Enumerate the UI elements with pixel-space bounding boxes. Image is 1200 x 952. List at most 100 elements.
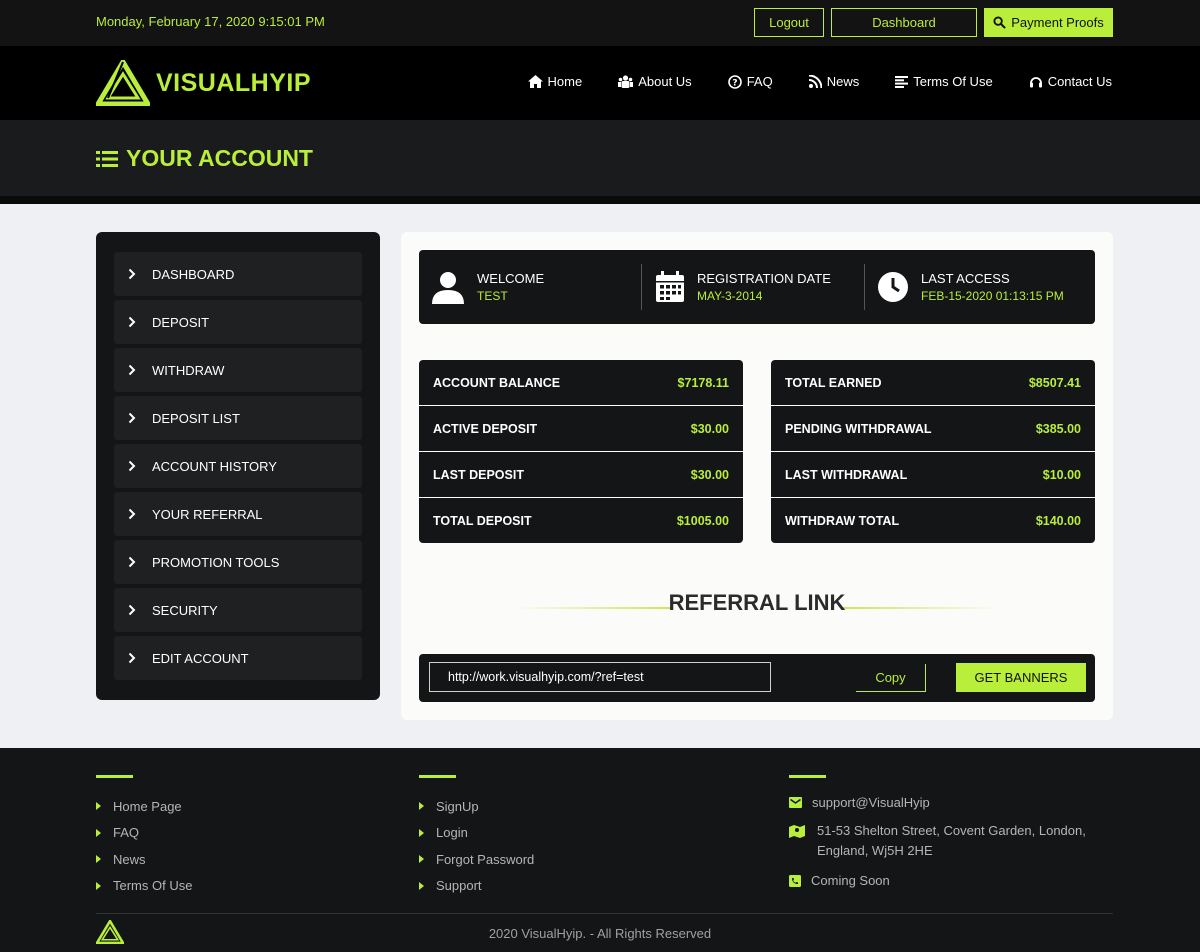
- chevron-right-icon: [128, 508, 136, 520]
- stat-value: $30.00: [690, 421, 729, 436]
- clock-icon: [878, 272, 908, 302]
- sidebar-item-withdraw[interactable]: WITHDRAW: [114, 348, 362, 392]
- sidebar-item-label: EDIT ACCOUNT: [152, 650, 249, 666]
- footer-links-col1: Home Page FAQ News Terms Of Use: [96, 793, 192, 899]
- footer-link-signup[interactable]: SignUp: [419, 793, 534, 820]
- registration-date: MAY-3-2014: [697, 289, 763, 303]
- home-icon: [527, 75, 543, 88]
- nav-about-us[interactable]: About Us: [618, 74, 692, 89]
- sidebar-item-deposit-list[interactable]: DEPOSIT LIST: [114, 396, 362, 440]
- site-footer: Home Page FAQ News Terms Of Use SignUp L…: [0, 748, 1200, 952]
- sidebar-item-account-history[interactable]: ACCOUNT HISTORY: [114, 444, 362, 488]
- stat-value: $7178.11: [677, 375, 729, 390]
- referral-link-title: REFERRAL LINK: [668, 590, 846, 615]
- table-row: PENDING WITHDRAWAL $385.00: [771, 406, 1095, 451]
- chevron-right-icon: [128, 316, 136, 328]
- calendar-icon: [656, 271, 684, 302]
- office-address: 51-53 Shelton Street, Covent Garden, Lon…: [817, 823, 1086, 858]
- svg-text:?: ?: [732, 78, 737, 88]
- referral-link-input[interactable]: [429, 662, 771, 692]
- nav-about-label: About Us: [638, 74, 692, 89]
- sidebar-item-dashboard[interactable]: DASHBOARD: [114, 252, 362, 296]
- nav-news[interactable]: News: [808, 74, 859, 89]
- table-row: ACTIVE DEPOSIT $30.00: [419, 406, 743, 451]
- sidebar-item-your-referral[interactable]: YOUR REFERRAL: [114, 492, 362, 536]
- stat-label: WITHDRAW TOTAL: [785, 513, 900, 528]
- copy-button[interactable]: Copy: [856, 664, 926, 692]
- stat-value: $385.00: [1035, 421, 1081, 436]
- align-left-icon: [895, 75, 909, 88]
- copyright-text: 2020 VisualHyip. - All Rights Reserved: [488, 926, 712, 941]
- caret-right-icon: [419, 802, 424, 811]
- chevron-right-icon: [128, 556, 136, 568]
- nav-terms[interactable]: Terms Of Use: [895, 74, 993, 89]
- footer-accent-bar: [419, 775, 456, 778]
- stat-label: ACTIVE DEPOSIT: [433, 421, 538, 436]
- chevron-right-icon: [128, 460, 136, 472]
- footer-link-news[interactable]: News: [96, 846, 192, 873]
- footer-link-label: FAQ: [113, 825, 140, 841]
- get-banners-button[interactable]: GET BANNERS: [956, 663, 1086, 692]
- stat-value: $10.00: [1042, 467, 1081, 482]
- main-header: VISUALHYIP Home About Us ? FAQ News Term…: [0, 46, 1200, 120]
- sidebar-item-edit-account[interactable]: EDIT ACCOUNT: [114, 636, 362, 680]
- sidebar-item-security[interactable]: SECURITY: [114, 588, 362, 632]
- sidebar-item-promotion-tools[interactable]: PROMOTION TOOLS: [114, 540, 362, 584]
- nav-faq[interactable]: ? FAQ: [727, 74, 773, 89]
- table-row: LAST WITHDRAWAL $10.00: [771, 452, 1095, 497]
- account-info-bar: WELCOME TEST REGISTRATION DATE MAY-3-2014 …: [419, 250, 1095, 324]
- footer-link-support[interactable]: Support: [419, 873, 534, 900]
- footer-link-home[interactable]: Home Page: [96, 793, 192, 820]
- nav-home[interactable]: Home: [527, 74, 583, 89]
- registration-label: REGISTRATION DATE: [697, 271, 831, 286]
- logout-button[interactable]: Logout: [754, 8, 824, 37]
- info-divider: [864, 264, 865, 310]
- footer-link-label: Support: [436, 878, 482, 894]
- footer-links-col2: SignUp Login Forgot Password Support: [419, 793, 534, 899]
- footer-link-terms[interactable]: Terms Of Use: [96, 873, 192, 900]
- stat-value: $140.00: [1035, 513, 1081, 528]
- caret-right-icon: [96, 828, 101, 837]
- footer-link-login[interactable]: Login: [419, 820, 534, 847]
- sidebar-item-label: DASHBOARD: [152, 266, 235, 282]
- sidebar-item-label: PROMOTION TOOLS: [152, 554, 280, 570]
- nav-terms-label: Terms Of Use: [913, 74, 993, 89]
- nav-faq-label: FAQ: [746, 74, 773, 89]
- footer-link-forgot-password[interactable]: Forgot Password: [419, 846, 534, 873]
- phone-number: Coming Soon: [811, 873, 890, 888]
- sidebar-item-label: DEPOSIT LIST: [152, 410, 240, 426]
- sidebar-item-deposit[interactable]: DEPOSIT: [114, 300, 362, 344]
- payment-proofs-label: Payment Proofs: [1011, 15, 1104, 30]
- table-row: LAST DEPOSIT $30.00: [419, 452, 743, 497]
- footer-link-label: Home Page: [113, 798, 182, 814]
- welcome-info: WELCOME TEST: [431, 250, 544, 324]
- page-title-band: YOUR ACCOUNT: [0, 120, 1200, 204]
- nav-contact-label: Contact Us: [1047, 74, 1112, 89]
- site-logo[interactable]: VISUALHYIP: [96, 60, 311, 106]
- dashboard-button[interactable]: Dashboard: [831, 8, 977, 37]
- payment-proofs-button[interactable]: Payment Proofs: [984, 8, 1113, 37]
- account-sidebar: DASHBOARD DEPOSIT WITHDRAW DEPOSIT LIST …: [96, 232, 380, 700]
- footer-email[interactable]: support@VisualHyip: [789, 793, 1089, 821]
- sidebar-item-label: SECURITY: [152, 602, 218, 618]
- caret-right-icon: [419, 828, 424, 837]
- table-row: WITHDRAW TOTAL $140.00: [771, 498, 1095, 543]
- footer-accent-bar: [789, 775, 826, 778]
- page-title: YOUR ACCOUNT: [96, 145, 313, 172]
- footer-link-label: News: [113, 851, 146, 867]
- list-icon: [96, 150, 118, 167]
- nav-home-label: Home: [547, 74, 583, 89]
- caret-right-icon: [419, 881, 424, 890]
- footer-divider: [96, 913, 1113, 914]
- table-row: TOTAL DEPOSIT $1005.00: [419, 498, 743, 543]
- chevron-right-icon: [128, 412, 136, 424]
- stat-label: ACCOUNT BALANCE: [433, 375, 561, 390]
- table-row: TOTAL EARNED $8507.41: [771, 360, 1095, 405]
- nav-contact[interactable]: Contact Us: [1029, 74, 1112, 89]
- footer-link-label: Terms Of Use: [113, 878, 193, 894]
- footer-link-faq[interactable]: FAQ: [96, 820, 192, 847]
- triangle-logo-icon: [96, 60, 150, 106]
- footer-accent-bar: [96, 775, 133, 778]
- footer-contact-col: support@VisualHyip 51-53 Shelton Street,…: [789, 793, 1089, 891]
- sidebar-item-label: YOUR REFERRAL: [152, 506, 263, 522]
